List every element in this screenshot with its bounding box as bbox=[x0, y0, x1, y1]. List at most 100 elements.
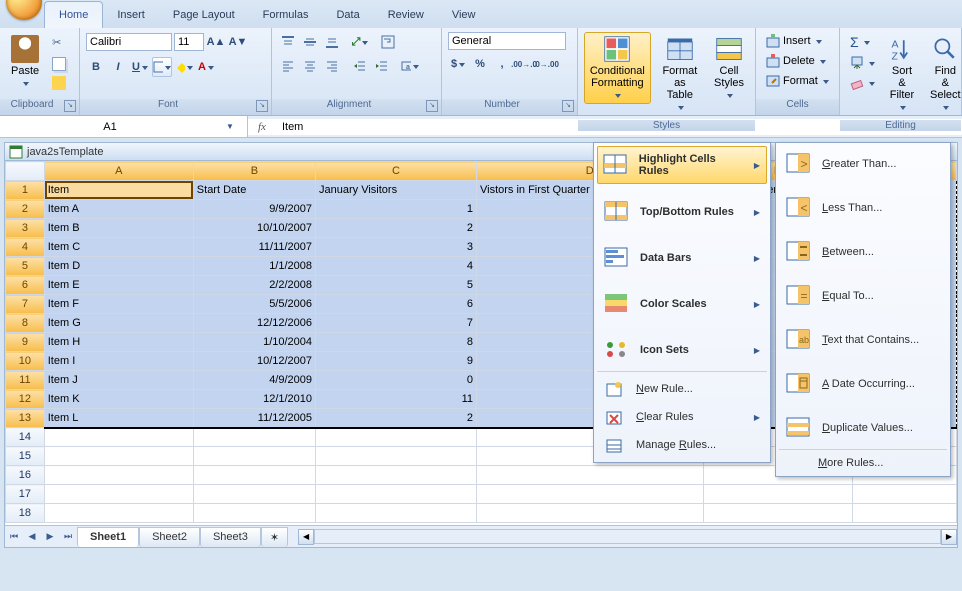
tab-insert[interactable]: Insert bbox=[103, 2, 159, 28]
cell[interactable]: Item H bbox=[44, 333, 193, 352]
submenu-date-occurring[interactable]: A Date Occurring... bbox=[779, 366, 947, 402]
number-format-input[interactable] bbox=[448, 32, 566, 50]
submenu-equal-to[interactable]: = Equal To... bbox=[779, 278, 947, 314]
row-header[interactable]: 12 bbox=[6, 390, 45, 409]
cell[interactable] bbox=[852, 504, 956, 523]
cell[interactable]: 9/9/2007 bbox=[193, 200, 315, 219]
cells-delete-button[interactable]: Delete bbox=[762, 52, 830, 70]
clear-button[interactable] bbox=[846, 74, 879, 92]
cell[interactable] bbox=[703, 485, 852, 504]
cell[interactable]: Item G bbox=[44, 314, 193, 333]
row-header[interactable]: 7 bbox=[6, 295, 45, 314]
sheet-nav-last[interactable]: ⏭ bbox=[59, 528, 77, 546]
name-box-dropdown-icon[interactable]: ▼ bbox=[220, 122, 240, 131]
menu-icon-sets[interactable]: Icon Sets ▶ bbox=[597, 332, 767, 368]
percent-button[interactable]: % bbox=[470, 54, 490, 74]
menu-data-bars[interactable]: Data Bars ▶ bbox=[597, 240, 767, 276]
borders-button[interactable] bbox=[152, 57, 172, 77]
row-header[interactable]: 1 bbox=[6, 181, 45, 200]
cell[interactable]: 12/1/2010 bbox=[193, 390, 315, 409]
font-name-input[interactable] bbox=[86, 33, 172, 51]
hscroll-track[interactable] bbox=[314, 529, 941, 544]
cell[interactable]: Item D bbox=[44, 257, 193, 276]
cell[interactable] bbox=[476, 504, 703, 523]
conditional-formatting-button[interactable]: Conditional Formatting bbox=[584, 32, 651, 104]
cut-button[interactable]: ✂ bbox=[48, 34, 72, 54]
cell[interactable] bbox=[44, 504, 193, 523]
increase-decimal-button[interactable]: .00→.0 bbox=[514, 54, 534, 74]
cell[interactable]: Item K bbox=[44, 390, 193, 409]
submenu-more-rules[interactable]: More Rules... bbox=[779, 453, 947, 473]
currency-button[interactable]: $ bbox=[448, 54, 468, 74]
hscroll-left[interactable]: ◀ bbox=[298, 529, 314, 545]
cell[interactable]: 10/12/2007 bbox=[193, 352, 315, 371]
cell[interactable] bbox=[44, 466, 193, 485]
cell[interactable]: 4/9/2009 bbox=[193, 371, 315, 390]
row-header[interactable]: 5 bbox=[6, 257, 45, 276]
cell[interactable]: 2 bbox=[316, 409, 477, 428]
sheet-tab-2[interactable]: Sheet2 bbox=[139, 527, 200, 547]
row-header[interactable]: 6 bbox=[6, 276, 45, 295]
row-header[interactable]: 16 bbox=[6, 466, 45, 485]
cell[interactable]: 2/2/2008 bbox=[193, 276, 315, 295]
cell[interactable]: Item B bbox=[44, 219, 193, 238]
cell[interactable] bbox=[44, 447, 193, 466]
cell[interactable] bbox=[193, 466, 315, 485]
format-as-table-button[interactable]: Format as Table bbox=[655, 32, 705, 116]
italic-button[interactable]: I bbox=[108, 57, 128, 77]
tab-data[interactable]: Data bbox=[322, 2, 373, 28]
cell[interactable]: 3 bbox=[316, 238, 477, 257]
cell[interactable]: Item E bbox=[44, 276, 193, 295]
submenu-less-than[interactable]: < Less Than... bbox=[779, 190, 947, 226]
cell[interactable]: Item F bbox=[44, 295, 193, 314]
menu-top-bottom-rules[interactable]: Top/Bottom Rules ▶ bbox=[597, 194, 767, 230]
cell[interactable]: Item J bbox=[44, 371, 193, 390]
comma-button[interactable]: , bbox=[492, 54, 512, 74]
cell[interactable] bbox=[316, 504, 477, 523]
align-middle-button[interactable] bbox=[300, 32, 320, 52]
sort-filter-button[interactable]: AZ Sort & Filter bbox=[883, 32, 921, 116]
cells-insert-button[interactable]: Insert bbox=[762, 32, 826, 50]
row-header[interactable]: 3 bbox=[6, 219, 45, 238]
menu-new-rule[interactable]: New Rule... bbox=[597, 375, 767, 403]
cell[interactable] bbox=[44, 485, 193, 504]
sheet-tab-1[interactable]: Sheet1 bbox=[77, 527, 139, 547]
row-header[interactable]: 2 bbox=[6, 200, 45, 219]
cell[interactable]: 1/1/2008 bbox=[193, 257, 315, 276]
wrap-text-button[interactable] bbox=[378, 32, 398, 52]
cell[interactable] bbox=[193, 428, 315, 447]
sheet-tab-new[interactable]: ✶ bbox=[261, 527, 288, 547]
find-select-button[interactable]: Find & Select bbox=[925, 32, 962, 116]
cell[interactable] bbox=[476, 466, 703, 485]
decrease-decimal-button[interactable]: .0→.00 bbox=[536, 54, 556, 74]
submenu-text-contains[interactable]: ab Text that Contains... bbox=[779, 322, 947, 358]
cell[interactable] bbox=[193, 504, 315, 523]
name-box[interactable]: ▼ bbox=[0, 116, 248, 137]
tab-home[interactable]: Home bbox=[44, 1, 103, 28]
row-header[interactable]: 14 bbox=[6, 428, 45, 447]
paste-button[interactable]: Paste bbox=[6, 32, 44, 92]
grow-font-button[interactable]: A▲ bbox=[206, 32, 226, 52]
cell[interactable]: 9 bbox=[316, 352, 477, 371]
cell[interactable] bbox=[852, 485, 956, 504]
align-bottom-button[interactable] bbox=[322, 32, 342, 52]
row-header[interactable]: 15 bbox=[6, 447, 45, 466]
autosum-button[interactable]: Σ bbox=[846, 32, 879, 52]
alignment-launcher[interactable]: ↘ bbox=[426, 100, 438, 112]
cell[interactable] bbox=[44, 428, 193, 447]
cell[interactable]: Start Date bbox=[193, 181, 315, 200]
office-orb-button[interactable] bbox=[6, 0, 42, 20]
name-box-input[interactable] bbox=[0, 119, 220, 135]
cell[interactable]: Item L bbox=[44, 409, 193, 428]
cells-format-button[interactable]: Format bbox=[762, 72, 833, 90]
submenu-duplicate-values[interactable]: Duplicate Values... bbox=[779, 410, 947, 446]
row-header[interactable]: 8 bbox=[6, 314, 45, 333]
cell[interactable]: 12/12/2006 bbox=[193, 314, 315, 333]
tab-view[interactable]: View bbox=[438, 2, 490, 28]
sheet-nav-prev[interactable]: ◀ bbox=[23, 528, 41, 546]
sheet-nav-next[interactable]: ▶ bbox=[41, 528, 59, 546]
fill-color-button[interactable] bbox=[174, 57, 194, 77]
cell[interactable]: January Visitors bbox=[316, 181, 477, 200]
format-painter-button[interactable] bbox=[48, 74, 72, 92]
cell[interactable]: Item I bbox=[44, 352, 193, 371]
